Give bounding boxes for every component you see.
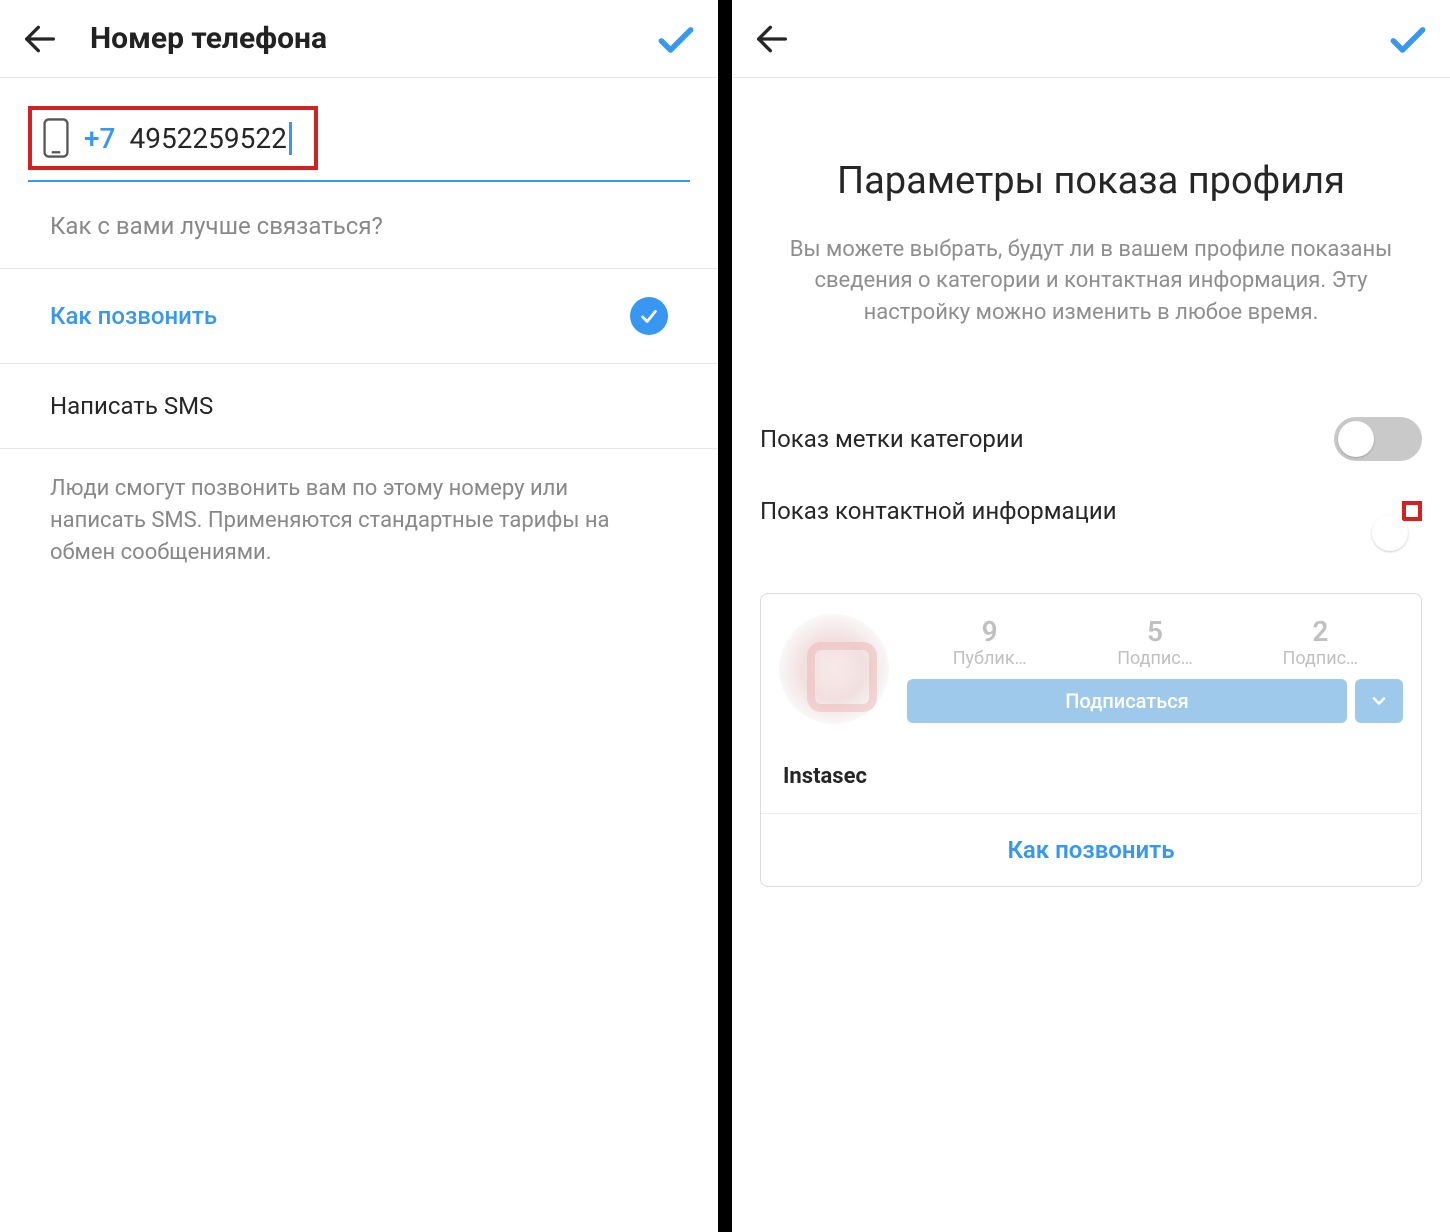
profile-preview-card: 9 Публик… 5 Подпис… 2 Подпис… П (760, 593, 1422, 887)
stat-followers-label: Подпис… (1115, 648, 1195, 669)
option-call-label: Как позвонить (50, 302, 630, 330)
stat-posts-label: Публик… (950, 648, 1030, 669)
contact-method-question: Как с вами лучше связаться? (0, 182, 718, 269)
option-sms-label: Написать SMS (50, 392, 668, 420)
panels-divider (718, 0, 732, 1232)
left-header: Номер телефона (0, 0, 718, 78)
back-arrow-icon[interactable] (752, 19, 792, 59)
highlight-annotation (1402, 501, 1422, 521)
preview-call-link[interactable]: Как позвонить (761, 813, 1421, 886)
back-arrow-icon[interactable] (20, 19, 60, 59)
phone-device-icon (42, 118, 70, 158)
follow-dropdown-button[interactable] (1355, 679, 1403, 723)
selected-check-icon (630, 297, 668, 335)
follow-button[interactable]: Подписаться (907, 679, 1347, 723)
stat-following: 2 Подпис… (1280, 615, 1360, 669)
follow-row: Подписаться (907, 679, 1403, 723)
confirm-check-icon[interactable] (1386, 17, 1430, 61)
preview-top: 9 Публик… 5 Подпис… 2 Подпис… П (761, 594, 1421, 734)
country-code[interactable]: +7 (84, 122, 115, 155)
page-title: Номер телефона (90, 21, 327, 56)
stat-followers-count: 5 (1115, 615, 1195, 648)
phone-number-input[interactable]: 4952259522 (129, 122, 291, 155)
right-panel: Параметры показа профиля Вы можете выбра… (732, 0, 1450, 1232)
confirm-check-icon[interactable] (654, 17, 698, 61)
profile-display-title: Параметры показа профиля (760, 158, 1422, 206)
stats-block: 9 Публик… 5 Подпис… 2 Подпис… П (907, 615, 1403, 723)
left-panel: Номер телефона +7 4952259522 Как с вами … (0, 0, 718, 1232)
toggle-knob (1372, 515, 1408, 551)
stat-followers: 5 Подпис… (1115, 615, 1195, 669)
toggle-category-switch[interactable] (1334, 417, 1422, 461)
phone-input-block: +7 4952259522 (0, 78, 718, 182)
toggle-category-label: Показ метки категории (760, 425, 1334, 453)
help-text: Люди смогут позвонить вам по этому номер… (0, 449, 718, 593)
toggle-contact-label: Показ контактной информации (760, 497, 1402, 525)
toggle-knob (1338, 421, 1374, 457)
right-content: Параметры показа профиля Вы можете выбра… (732, 78, 1450, 907)
option-call-row[interactable]: Как позвонить (0, 269, 718, 364)
preview-profile-name: Instasec (761, 734, 1421, 813)
stat-posts: 9 Публик… (950, 615, 1030, 669)
stat-following-label: Подпис… (1280, 648, 1360, 669)
toggle-category-row: Показ метки категории (760, 399, 1422, 479)
right-header (732, 0, 1450, 78)
stat-following-count: 2 (1280, 615, 1360, 648)
option-sms-row[interactable]: Написать SMS (0, 364, 718, 449)
profile-display-description: Вы можете выбрать, будут ли в вашем проф… (760, 234, 1422, 330)
phone-input-row[interactable]: +7 4952259522 (28, 106, 318, 170)
stat-posts-count: 9 (950, 615, 1030, 648)
toggle-contact-row: Показ контактной информации (760, 479, 1422, 543)
avatar-placeholder (779, 614, 889, 724)
stats-row: 9 Публик… 5 Подпис… 2 Подпис… (907, 615, 1403, 669)
